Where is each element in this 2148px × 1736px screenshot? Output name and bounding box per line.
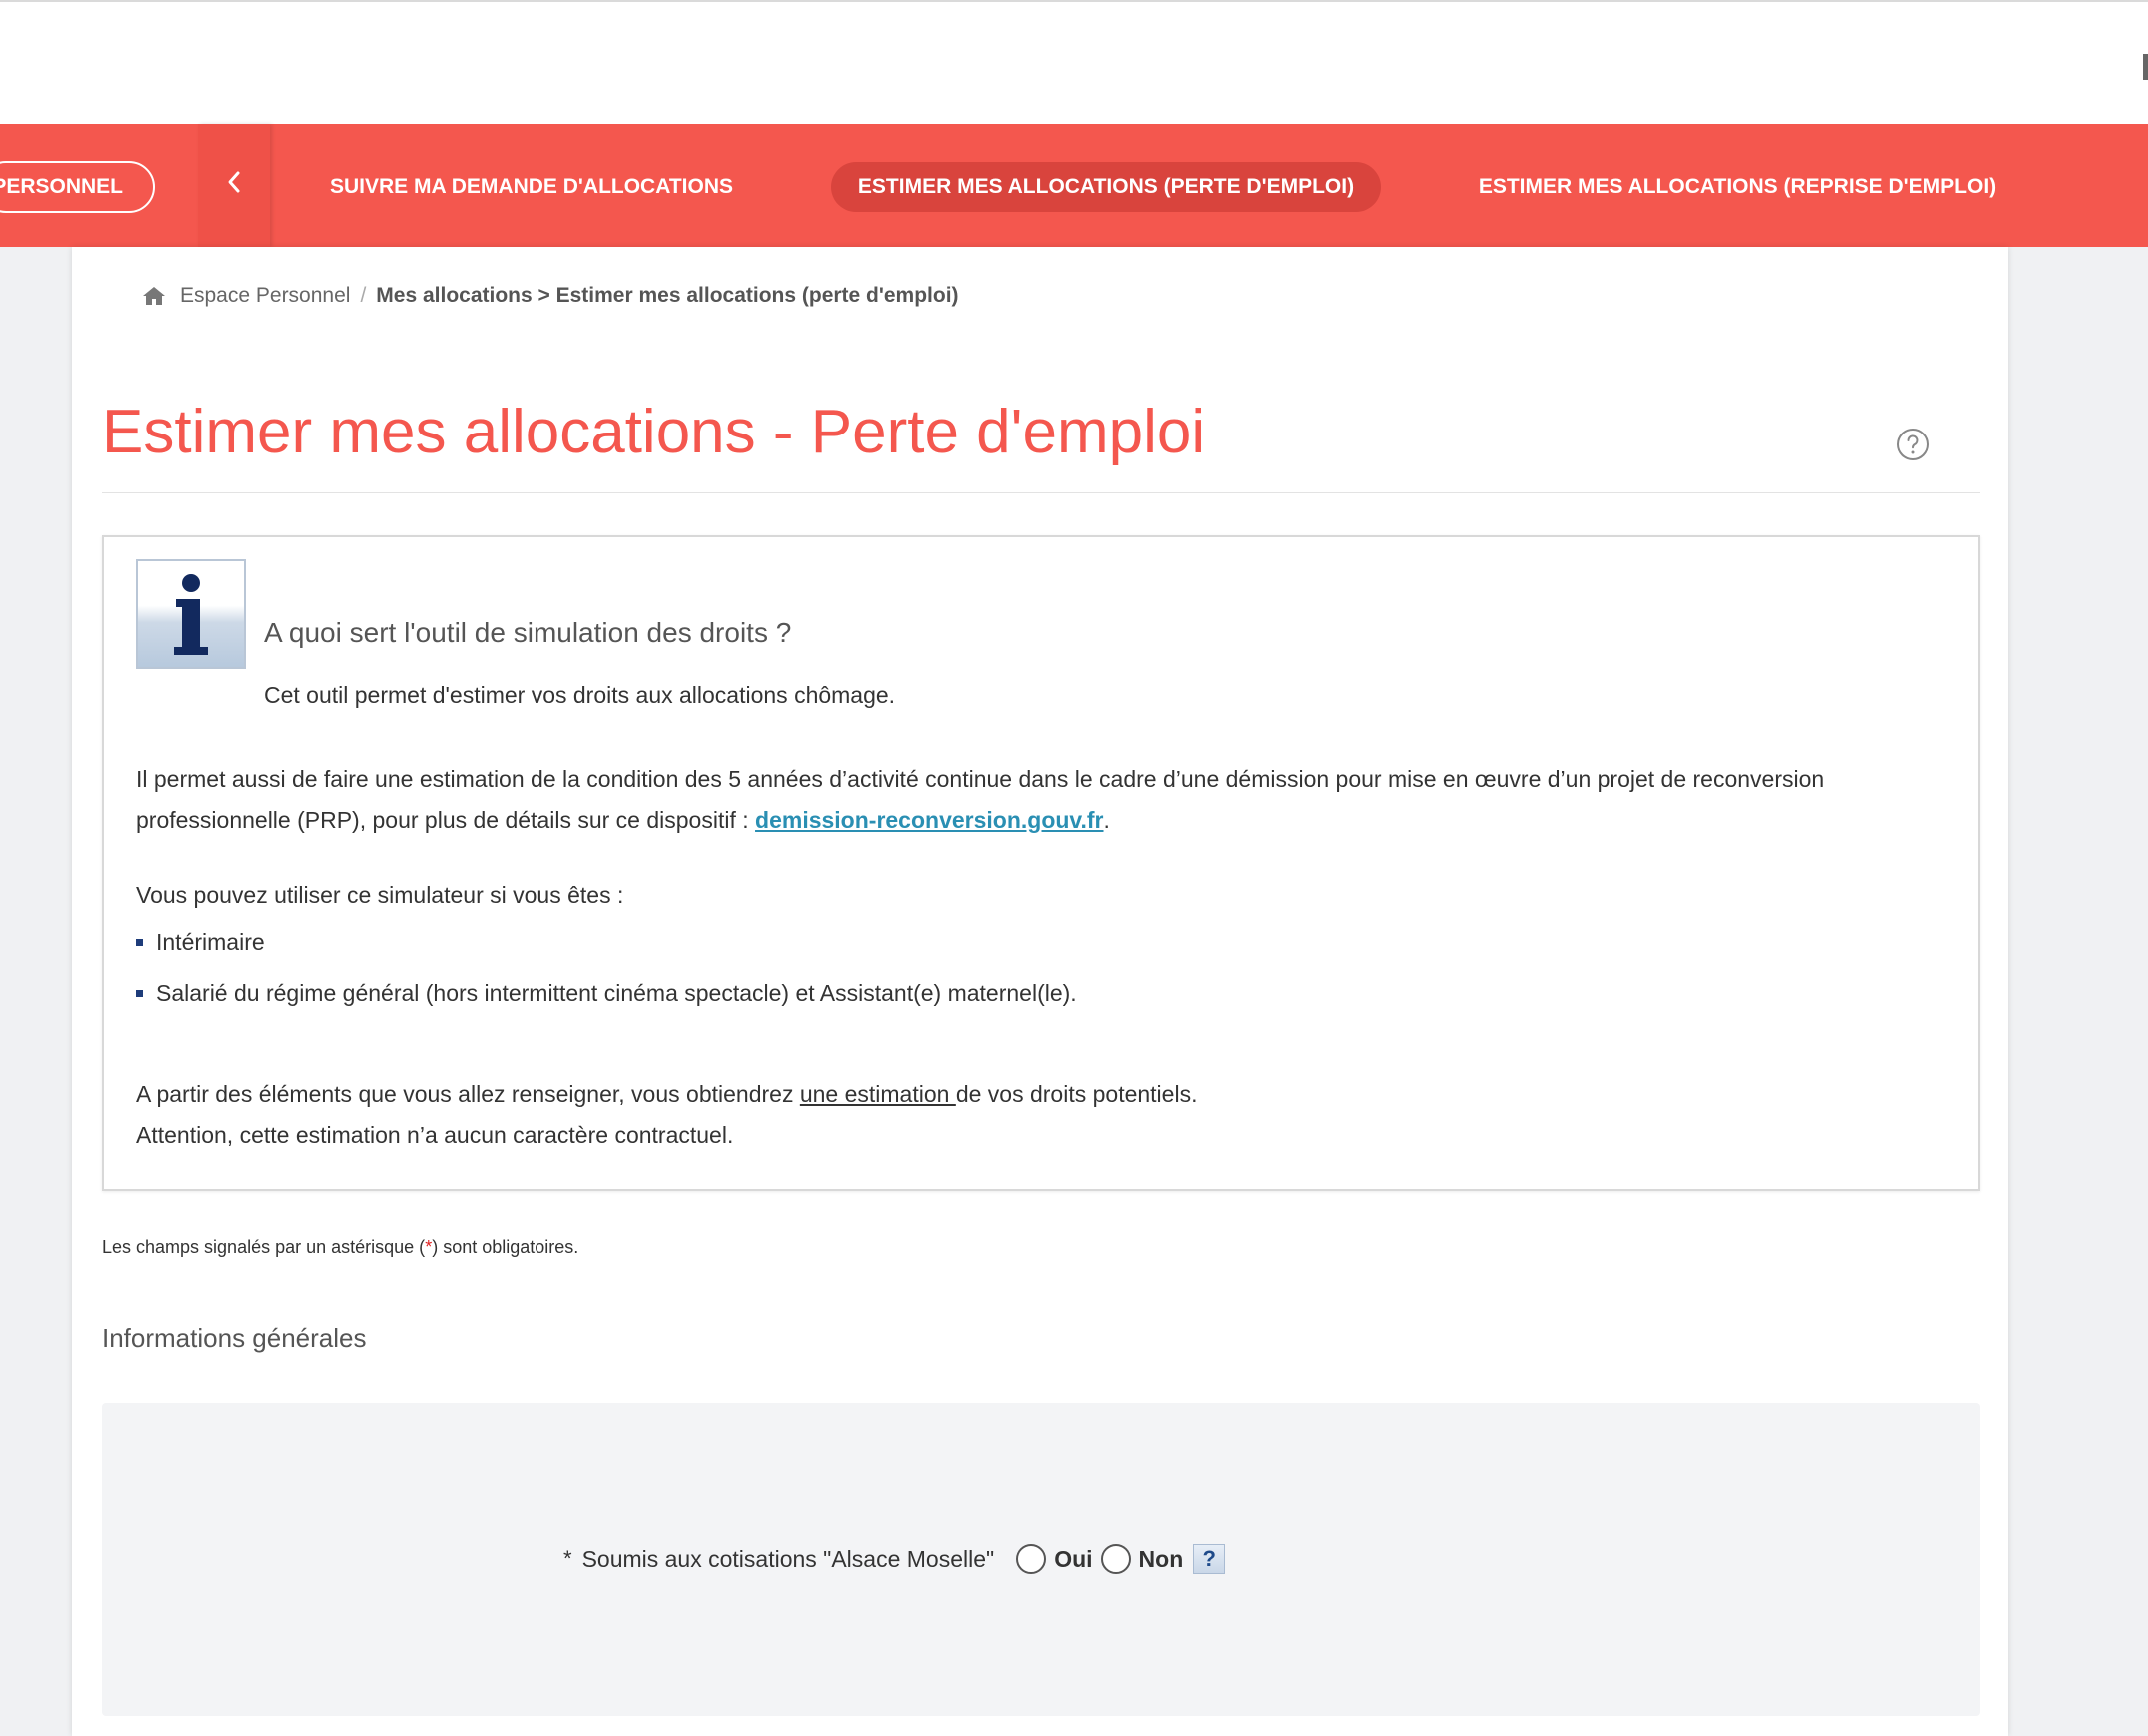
info-box: A quoi sert l'outil de simulation des dr… xyxy=(102,535,1980,1191)
info-icon xyxy=(136,559,246,669)
window-edge-marker xyxy=(2143,54,2148,80)
home-icon[interactable] xyxy=(142,285,166,307)
nav-tab-estimer-reprise[interactable]: ESTIMER MES ALLOCATIONS (REPRISE D'EMPLO… xyxy=(1479,162,1996,212)
section-title: Informations générales xyxy=(102,1323,367,1353)
main-nav-bar: PERSONNEL SUIVRE MA DEMANDE D'ALLOCATION… xyxy=(0,124,2148,247)
info-intro: Vous pouvez utiliser ce simulateur si vo… xyxy=(136,882,624,908)
breadcrumb-current: Mes allocations > Estimer mes allocation… xyxy=(376,284,959,307)
nav-tab-label: ESTIMER MES ALLOCATIONS (PERTE D'EMPLOI) xyxy=(857,175,1355,198)
espace-personnel-label: PERSONNEL xyxy=(0,175,123,198)
form-panel: * Soumis aux cotisations "Alsace Moselle… xyxy=(102,1403,1980,1716)
bullet-icon xyxy=(136,939,143,946)
alsace-moselle-label: Soumis aux cotisations "Alsace Moselle" xyxy=(581,1545,995,1572)
required-note-suffix: ) sont obligatoires. xyxy=(432,1237,579,1257)
info-footer-line2: Attention, cette estimation n’a aucun ca… xyxy=(136,1122,734,1148)
nav-tab-label: SUIVRE MA DEMANDE D'ALLOCATIONS xyxy=(330,175,733,198)
question-circle-icon[interactable] xyxy=(1896,428,1930,461)
required-star: * xyxy=(563,1546,572,1571)
nav-tab-estimer-perte[interactable]: ESTIMER MES ALLOCATIONS (PERTE D'EMPLOI) xyxy=(831,162,1381,212)
footer-underlined: une estimation xyxy=(799,1081,956,1107)
info-footer: A partir des éléments que vous allez ren… xyxy=(136,1074,1197,1156)
list-item-text: Intérimaire xyxy=(156,929,265,955)
main-content-card: Espace Personnel / Mes allocations > Est… xyxy=(72,247,2008,1736)
required-note-prefix: Les champs signalés par un astérisque ( xyxy=(102,1237,426,1257)
info-paragraph-end: . xyxy=(1103,807,1110,833)
footer-prefix: A partir des éléments que vous allez ren… xyxy=(136,1081,800,1107)
bullet-icon xyxy=(136,990,143,997)
alsace-moselle-row: * Soumis aux cotisations "Alsace Moselle… xyxy=(563,1539,1226,1579)
breadcrumb: Espace Personnel / Mes allocations > Est… xyxy=(142,281,959,311)
demission-reconversion-link[interactable]: demission-reconversion.gouv.fr xyxy=(755,807,1103,833)
nav-tab-suivre-demande[interactable]: SUIVRE MA DEMANDE D'ALLOCATIONS xyxy=(330,162,733,212)
chevron-left-icon xyxy=(228,171,240,192)
radio-oui-label[interactable]: Oui xyxy=(1054,1546,1092,1573)
radio-oui[interactable] xyxy=(1016,1544,1047,1574)
list-item: Salarié du régime général (hors intermit… xyxy=(136,980,1077,1031)
info-heading: A quoi sert l'outil de simulation des dr… xyxy=(264,617,792,648)
espace-personnel-button[interactable]: PERSONNEL xyxy=(0,161,155,213)
title-divider xyxy=(102,492,1980,493)
radio-non[interactable] xyxy=(1100,1544,1131,1574)
breadcrumb-home-link[interactable]: Espace Personnel xyxy=(180,284,350,308)
page-title: Estimer mes allocations - Perte d'emploi xyxy=(102,398,1206,466)
info-footer-line1: A partir des éléments que vous allez ren… xyxy=(136,1074,1197,1115)
footer-suffix: de vos droits potentiels. xyxy=(955,1081,1198,1107)
browser-top-area xyxy=(0,0,2148,124)
nav-tab-label: ESTIMER MES ALLOCATIONS (REPRISE D'EMPLO… xyxy=(1478,175,1997,198)
info-subheading: Cet outil permet d'estimer vos droits au… xyxy=(264,682,896,708)
breadcrumb-separator: / xyxy=(360,284,367,307)
required-fields-note: Les champs signalés par un astérisque (*… xyxy=(102,1237,578,1258)
list-item: Intérimaire xyxy=(136,929,1077,980)
help-question-icon[interactable]: ? xyxy=(1193,1544,1226,1574)
radio-non-label[interactable]: Non xyxy=(1139,1546,1184,1573)
eligibility-list: Intérimaire Salarié du régime général (h… xyxy=(136,929,1077,1031)
list-item-text: Salarié du régime général (hors intermit… xyxy=(156,980,1077,1006)
info-paragraph: Il permet aussi de faire une estimation … xyxy=(136,759,1954,841)
nav-back-button[interactable] xyxy=(198,124,270,247)
